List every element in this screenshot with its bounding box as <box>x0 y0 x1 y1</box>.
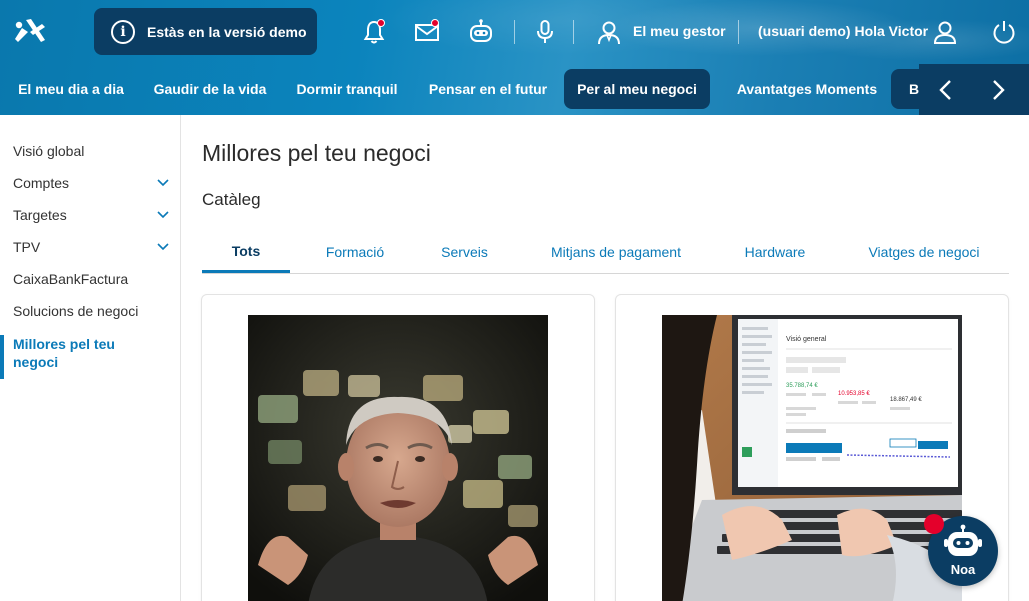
tab-formacio[interactable]: Formació <box>310 231 400 273</box>
laptop-expenses-value: 10.953,85 € <box>838 391 870 397</box>
sidebar-item-label: Targetes <box>13 207 67 223</box>
tab-hardware[interactable]: Hardware <box>734 231 816 273</box>
laptop-result-value: 18.867,49 € <box>890 397 922 403</box>
robot-assistant-icon[interactable] <box>467 18 495 46</box>
sidebar-item-label: Comptes <box>13 175 70 191</box>
chevron-right-icon[interactable] <box>985 77 1011 103</box>
nav-item-el-meu-dia-a-dia[interactable]: El meu dia a dia <box>10 69 132 109</box>
caixabank-star-logo[interactable] <box>12 16 48 46</box>
tab-serveis[interactable]: Serveis <box>427 231 502 273</box>
chevron-left-icon[interactable] <box>933 77 959 103</box>
sidebar-item-label: TPV <box>13 239 41 255</box>
nav-item-gaudir-de-la-vida[interactable]: Gaudir de la vida <box>146 69 274 109</box>
chef-portrait-image <box>248 315 548 601</box>
nav-item-dormir-tranquil[interactable]: Dormir tranquil <box>288 69 406 109</box>
noa-label: Noa <box>950 562 976 577</box>
sidebar-item-label: Visió global <box>13 143 85 159</box>
chevron-down-icon <box>157 179 169 187</box>
demo-notice-text: Estàs en la versió demo <box>147 23 307 40</box>
sidebar-item-label: CaixaBankFactura <box>13 271 129 287</box>
nav-item-pensar-en-el-futur[interactable]: Pensar en el futur <box>422 69 554 109</box>
sidebar-item-visio-global[interactable]: Visió global <box>13 143 170 159</box>
sidebar-item-tpv[interactable]: TPV <box>13 239 170 255</box>
my-manager-link[interactable]: El meu gestor <box>633 23 726 39</box>
sidebar-item-caixabankfactura[interactable]: CaixaBankFactura <box>13 271 170 287</box>
user-profile-icon[interactable] <box>931 18 959 46</box>
sidebar-item-solucions-de-negoci[interactable]: Solucions de negoci <box>13 303 170 319</box>
chevron-down-icon <box>157 243 169 251</box>
laptop-dashboard-image: Visió general 35.788,74 € 10.953,85 € 18… <box>662 315 962 601</box>
header: i Estàs en la versió demo El meu gestor … <box>0 0 1029 115</box>
section-title: Catàleg <box>202 190 261 209</box>
page-title: Millores pel teu negoci <box>202 140 431 166</box>
header-divider <box>573 20 574 44</box>
main-navigation: El meu dia a dia Gaudir de la vida Dormi… <box>0 64 1029 115</box>
notification-badge <box>377 19 385 27</box>
noa-notification-badge <box>924 514 944 534</box>
header-divider <box>738 20 739 44</box>
manager-icon[interactable] <box>595 18 623 46</box>
tab-mitjans-de-pagament[interactable]: Mitjans de pagament <box>547 231 685 273</box>
sidebar-item-targetes[interactable]: Targetes <box>13 207 170 223</box>
top-bar: i Estàs en la versió demo El meu gestor … <box>0 0 1029 64</box>
logout-power-icon[interactable] <box>990 18 1018 46</box>
chevron-down-icon <box>157 211 169 219</box>
sidebar-active-indicator <box>0 335 4 379</box>
user-greeting[interactable]: (usuari demo) Hola Victor <box>758 23 928 39</box>
sidebar: Visió global Comptes Targetes TPV CaixaB… <box>0 115 181 601</box>
catalog-tabs: Tots Formació Serveis Mitjans de pagamen… <box>202 231 1009 274</box>
laptop-screen-title: Visió general <box>786 336 827 343</box>
demo-notice[interactable]: i Estàs en la versió demo <box>94 8 317 55</box>
sidebar-item-comptes[interactable]: Comptes <box>13 175 170 191</box>
catalog-card[interactable] <box>201 294 595 601</box>
tab-viatges-de-negoci[interactable]: Viatges de negoci <box>862 231 986 273</box>
sidebar-item-label: Millores pel teu negoci <box>13 336 115 370</box>
robot-icon <box>944 524 982 560</box>
laptop-income-value: 35.788,74 € <box>786 383 818 389</box>
notifications-bell-icon[interactable] <box>360 18 388 46</box>
sidebar-item-millores-pel-teu-negoci[interactable]: Millores pel teu negoci <box>13 335 138 371</box>
mail-icon[interactable] <box>413 18 441 46</box>
mail-badge <box>431 19 439 27</box>
tab-tots[interactable]: Tots <box>202 231 290 273</box>
sidebar-item-label: Solucions de negoci <box>13 303 139 319</box>
nav-item-per-al-meu-negoci[interactable]: Per al meu negoci <box>564 69 710 109</box>
microphone-icon[interactable] <box>531 18 559 46</box>
nav-item-avantatges-moments[interactable]: Avantatges Moments <box>728 69 886 109</box>
info-icon: i <box>111 19 135 44</box>
header-divider <box>514 20 515 44</box>
nav-scroll-controls <box>919 64 1029 115</box>
